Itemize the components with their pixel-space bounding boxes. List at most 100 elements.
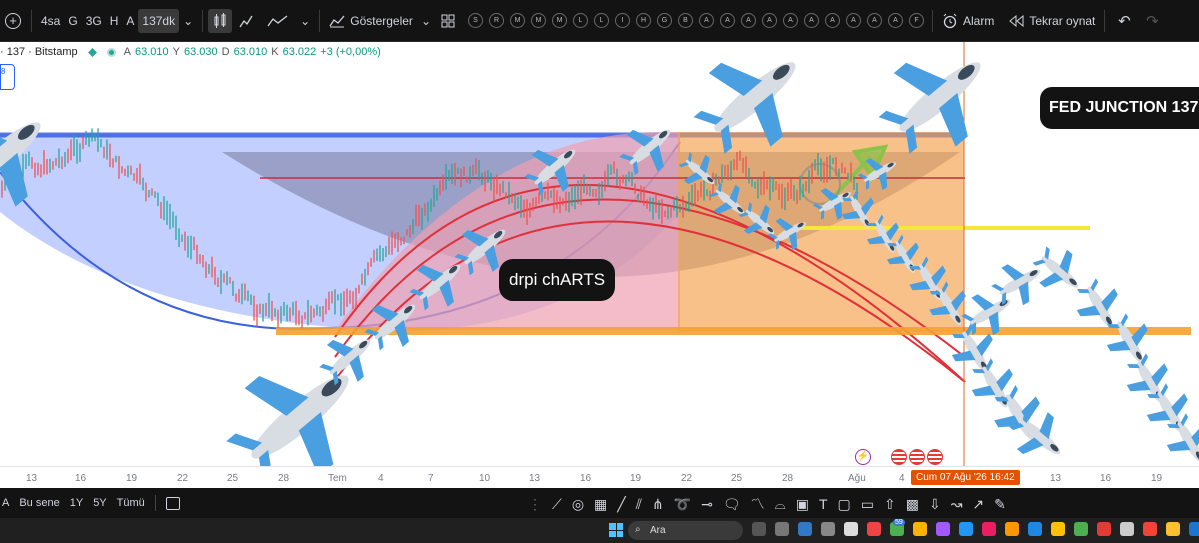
polyline-tool-icon[interactable]: 〽 <box>751 494 765 514</box>
taskbar-app-icon[interactable] <box>752 522 766 536</box>
favorite-tool-13[interactable]: A <box>741 13 756 28</box>
arc-tool-icon[interactable]: ⌓ <box>775 496 786 513</box>
indicators-button[interactable]: Göstergeler <box>325 9 417 33</box>
spiral-tool-icon[interactable]: ◎ <box>572 496 584 513</box>
favorite-tool-14[interactable]: A <box>762 13 777 28</box>
taskbar-app-icon[interactable] <box>867 522 881 536</box>
us-flag-event-icon[interactable] <box>909 449 925 465</box>
taskbar-app-icon[interactable] <box>1051 522 1065 536</box>
favorite-tool-18[interactable]: A <box>846 13 861 28</box>
high-value: 63.030 <box>183 46 218 58</box>
replay-button[interactable]: Tekrar oynat <box>1004 9 1099 33</box>
favorite-tool-11[interactable]: A <box>699 13 714 28</box>
drag-handle-icon[interactable]: ⋮ <box>528 496 542 513</box>
taskbar-app-icon[interactable] <box>982 522 996 536</box>
note-tool-icon[interactable]: ▢ <box>838 496 851 513</box>
interval-active[interactable]: 137dk <box>138 8 180 33</box>
event-icons[interactable]: ⚡ <box>855 449 943 465</box>
taskbar-app-icon[interactable] <box>959 522 973 536</box>
interval-3day[interactable]: 3G <box>82 9 106 33</box>
taskbar-search[interactable]: ⌕ Ara <box>628 521 743 540</box>
grid-tool-icon[interactable]: ▦ <box>594 496 607 513</box>
taskbar-app-icon[interactable] <box>775 522 789 536</box>
taskbar-app-icon[interactable] <box>913 522 927 536</box>
taskbar-app-icon[interactable] <box>1028 522 1042 536</box>
range-a[interactable]: A <box>2 497 9 509</box>
taskbar-app-icon[interactable] <box>936 522 950 536</box>
range-all[interactable]: Tümü <box>117 497 145 509</box>
favorite-tool-12[interactable]: A <box>720 13 735 28</box>
alarm-button[interactable]: Alarm <box>938 9 998 33</box>
taskbar-app-icon[interactable] <box>821 522 835 536</box>
comment-tool-icon[interactable]: ▭ <box>861 496 874 513</box>
path-tool-icon[interactable]: ↝ <box>951 496 963 513</box>
arrow-up-tool-icon[interactable]: ⇧ <box>884 496 896 513</box>
chart-type-candles-button[interactable] <box>208 8 233 33</box>
add-symbol-button[interactable]: + <box>0 9 26 33</box>
calendar-icon[interactable] <box>165 496 180 510</box>
range-this-year[interactable]: Bu sene <box>19 497 59 509</box>
favorite-tool-17[interactable]: A <box>825 13 840 28</box>
redo-button[interactable]: ↷ <box>1138 9 1166 33</box>
favorite-tool-21[interactable]: F <box>909 13 924 28</box>
taskbar-app-icon[interactable] <box>1005 522 1019 536</box>
undo-button[interactable]: ↶ <box>1110 9 1138 33</box>
taskbar-app-icon[interactable] <box>1166 522 1180 536</box>
favorite-tool-2[interactable]: M <box>510 13 525 28</box>
windows-start-icon[interactable] <box>609 523 623 537</box>
pitchfork-tool-icon[interactable]: ⋔ <box>652 496 664 513</box>
image-tool-icon[interactable]: ▣ <box>796 496 809 513</box>
text-tool-icon[interactable]: T <box>819 496 828 512</box>
taskbar-app-icon[interactable] <box>1074 522 1088 536</box>
favorite-tool-9[interactable]: G <box>657 13 672 28</box>
favorite-tool-10[interactable]: B <box>678 13 693 28</box>
interval-4h[interactable]: 4sa <box>37 9 64 33</box>
favorite-tool-7[interactable]: I <box>615 13 630 28</box>
indicators-dropdown[interactable]: ⌄ <box>417 9 435 33</box>
curve-tool-icon[interactable]: ➰ <box>674 496 691 513</box>
taskbar-app-icon[interactable] <box>798 522 812 536</box>
line-style-button[interactable] <box>260 9 296 33</box>
favorite-tool-5[interactable]: L <box>573 13 588 28</box>
arrow-tool-icon[interactable]: ↗ <box>972 496 984 513</box>
range-1y[interactable]: 1Y <box>70 497 83 509</box>
favorite-tool-3[interactable]: M <box>531 13 546 28</box>
interval-day[interactable]: G <box>64 9 81 33</box>
range-5y[interactable]: 5Y <box>93 497 106 509</box>
fan-tool-icon[interactable]: ⫽ <box>636 496 642 513</box>
arrow-down-tool-icon[interactable]: ⇩ <box>929 496 941 513</box>
chart-canvas[interactable]: · 137 · Bitstamp A 63.010 Y 63.030 D 63.010… <box>0 42 1199 466</box>
brush-tool-icon[interactable]: ✎ <box>994 496 1006 513</box>
favorite-tool-0[interactable]: S <box>468 13 483 28</box>
interval-dropdown[interactable]: ⌄ <box>179 9 197 33</box>
layouts-button[interactable] <box>435 9 461 33</box>
favorite-tool-19[interactable]: A <box>867 13 882 28</box>
us-flag-event-icon[interactable] <box>927 449 943 465</box>
divider <box>932 9 933 32</box>
line-tool-icon[interactable]: ╱ <box>617 496 625 513</box>
callout-tool-icon[interactable]: 🗨 <box>723 496 741 513</box>
collapse-legend-button[interactable]: 8 <box>0 64 15 90</box>
pattern-tool-icon[interactable]: ▩ <box>906 496 919 513</box>
taskbar-app-icon[interactable] <box>1097 522 1111 536</box>
taskbar-app-icon[interactable] <box>1189 522 1199 536</box>
favorite-tool-1[interactable]: R <box>489 13 504 28</box>
favorite-tool-6[interactable]: L <box>594 13 609 28</box>
us-flag-event-icon[interactable] <box>891 449 907 465</box>
favorite-tool-4[interactable]: M <box>552 13 567 28</box>
favorite-tool-20[interactable]: A <box>888 13 903 28</box>
favorite-tool-15[interactable]: A <box>783 13 798 28</box>
favorite-tool-16[interactable]: A <box>804 13 819 28</box>
interval-week[interactable]: H <box>106 9 123 33</box>
taskbar-app-icon[interactable] <box>1143 522 1157 536</box>
taskbar-app-icon[interactable] <box>1120 522 1134 536</box>
line-style-dropdown[interactable]: ⌄ <box>296 9 314 33</box>
search-icon: ⌕ <box>635 524 641 535</box>
favorite-tool-8[interactable]: H <box>636 13 651 28</box>
compare-button[interactable] <box>232 9 260 33</box>
taskbar-app-icon[interactable] <box>844 522 858 536</box>
lightning-event-icon[interactable]: ⚡ <box>855 449 871 465</box>
trendline-tool-icon[interactable]: ⟋ <box>552 496 562 513</box>
horizontal-ray-icon[interactable]: ⊸ <box>701 496 713 513</box>
interval-month[interactable]: A <box>122 9 138 33</box>
